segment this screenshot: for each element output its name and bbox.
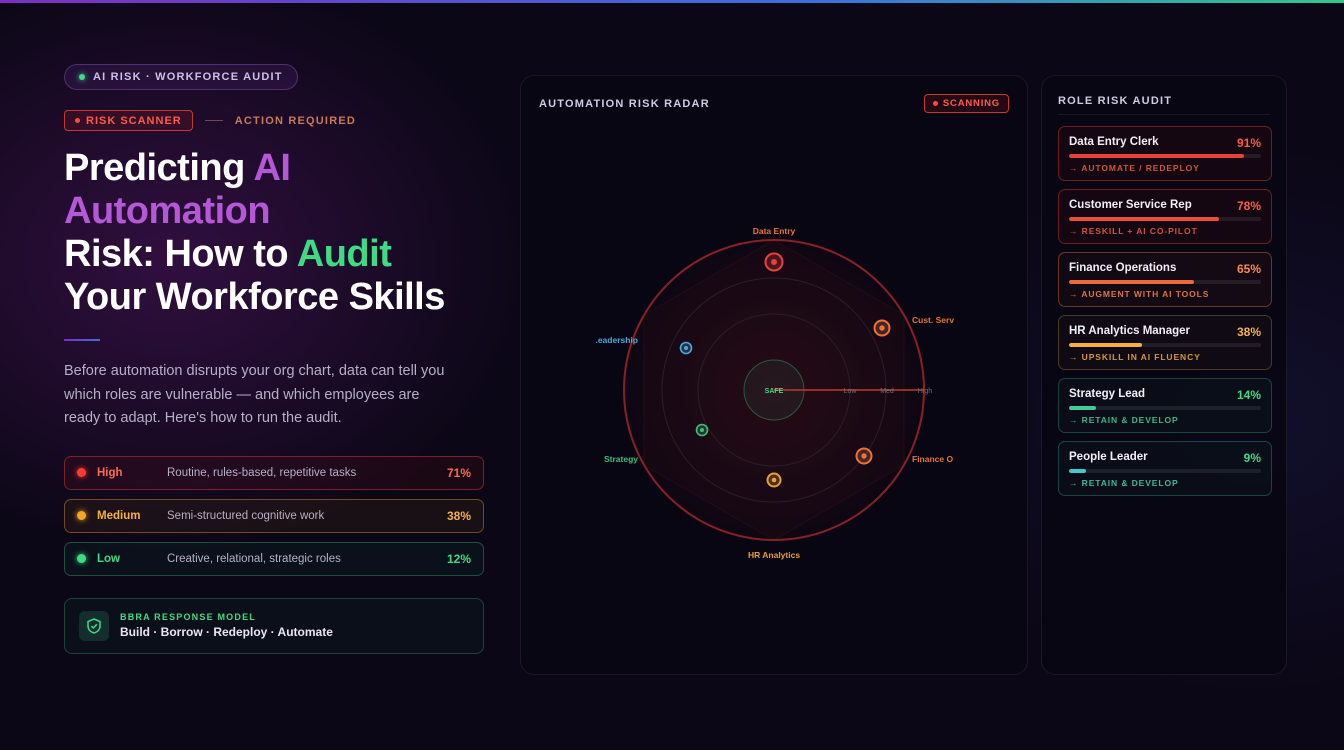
title-highlight-audit: Audit — [296, 233, 392, 275]
scale-label-low: Low — [844, 388, 858, 395]
risk-row-medium: Medium Semi-structured cognitive work 38… — [64, 498, 484, 533]
role-risk-percent: 9% — [1243, 451, 1261, 465]
risk-level-description: Creative, relational, strategic roles — [167, 552, 341, 565]
automation-risk-radar-card: AUTOMATION RISK RADAR SCANNING SAFE Low … — [520, 75, 1028, 675]
high-risk-dot-icon — [77, 468, 86, 477]
risk-row-low: Low Creative, relational, strategic role… — [64, 541, 484, 576]
role-risk-bar — [1069, 217, 1261, 221]
role-risk-bar — [1069, 280, 1261, 284]
risk-level-list: High Routine, rules-based, repetitive ta… — [64, 455, 484, 576]
role-risk-bar-fill — [1069, 280, 1194, 284]
role-name: HR Analytics Manager — [1069, 325, 1190, 337]
medium-risk-dot-icon — [77, 511, 86, 520]
risk-level-label: Low — [97, 552, 120, 565]
risk-scanner-tag: RISK SCANNER — [64, 110, 193, 131]
role-risk-bar-fill — [1069, 406, 1096, 410]
hero-section: AI RISK · WORKFORCE AUDIT RISK SCANNER A… — [64, 64, 484, 654]
risk-level-percent: 38% — [446, 508, 471, 523]
radar-point-hr-analytics[interactable] — [766, 472, 782, 488]
role-action: → RETAIN & DEVELOP — [1069, 415, 1179, 425]
bbra-label: BBRA RESPONSE MODEL — [120, 612, 256, 622]
role-action: → UPSKILL IN AI FLUENCY — [1069, 352, 1201, 362]
scale-label-med: Med — [880, 388, 894, 395]
bbra-model-card: BBRA RESPONSE MODEL Build · Borrow · Red… — [64, 597, 484, 654]
role-risk-bar-fill — [1069, 154, 1244, 158]
role-card-people-leader[interactable]: People Leader 9% → RETAIN & DEVELOP — [1058, 441, 1272, 496]
risk-level-percent: 12% — [446, 551, 471, 566]
title-part-3: Risk: How to — [64, 233, 297, 275]
axis-label-data-entry: Data Entry — [753, 226, 796, 236]
status-dot-icon — [79, 74, 85, 80]
role-name: Customer Service Rep — [1069, 199, 1192, 211]
role-risk-percent: 14% — [1236, 388, 1261, 402]
role-name: People Leader — [1069, 451, 1148, 463]
audit-title: ROLE RISK AUDIT — [1058, 95, 1173, 107]
radar-point-strategy[interactable] — [695, 423, 709, 437]
role-risk-bar-fill — [1069, 343, 1142, 347]
role-card-customer-service-rep[interactable]: Customer Service Rep 78% → RESKILL + AI … — [1058, 189, 1272, 244]
axis-label-strategy: Strategy — [604, 454, 638, 464]
risk-scanner-label: RISK SCANNER — [86, 114, 182, 127]
role-risk-bar — [1069, 154, 1261, 158]
risk-level-label: Medium — [97, 509, 141, 522]
radar-point-leadership[interactable] — [679, 341, 693, 355]
role-risk-bar-fill — [1069, 469, 1087, 473]
radar-point-finance[interactable] — [855, 447, 873, 465]
divider-line — [204, 120, 223, 121]
role-list: Data Entry Clerk 91% → AUTOMATE / REDEPL… — [1058, 126, 1272, 496]
alert-dot-icon — [75, 118, 80, 123]
role-risk-bar — [1069, 406, 1261, 410]
hero-description: Before automation disrupts your org char… — [64, 363, 445, 426]
audit-title-divider — [1058, 114, 1270, 115]
low-risk-dot-icon — [77, 554, 86, 563]
category-pill: AI RISK · WORKFORCE AUDIT — [64, 64, 298, 90]
role-card-strategy-lead[interactable]: Strategy Lead 14% → RETAIN & DEVELOP — [1058, 378, 1272, 433]
radar-point-cust-serv[interactable] — [873, 319, 891, 337]
title-part-5: Your Workforce Skills — [64, 276, 445, 318]
scanner-row: RISK SCANNER ACTION REQUIRED — [64, 110, 484, 131]
shield-icon — [79, 610, 109, 641]
role-risk-bar-fill — [1069, 217, 1219, 221]
page-title: Predicting AI Automation Risk: How to Aud… — [64, 147, 484, 319]
role-risk-percent: 91% — [1236, 136, 1261, 150]
risk-level-label: High — [97, 466, 123, 479]
bbra-steps: Build · Borrow · Redeploy · Automate — [120, 625, 333, 639]
role-action: → RESKILL + AI CO-PILOT — [1069, 226, 1198, 236]
axis-label-finance: Finance O — [912, 454, 953, 464]
radar-chart: SAFE Low Med High Data Entry Cust. Serv … — [595, 226, 954, 560]
risk-level-description: Routine, rules-based, repetitive tasks — [167, 466, 357, 479]
role-risk-percent: 38% — [1236, 325, 1261, 339]
role-risk-bar — [1069, 469, 1261, 473]
role-risk-percent: 65% — [1236, 262, 1261, 276]
axis-label-hr-analytics: HR Analytics — [748, 550, 800, 560]
role-name: Data Entry Clerk — [1069, 136, 1159, 148]
role-action: → AUTOMATE / REDEPLOY — [1069, 163, 1200, 173]
scale-label-high: High — [918, 388, 933, 395]
top-gradient-bar — [0, 0, 1344, 3]
role-risk-bar — [1069, 343, 1261, 347]
accent-divider — [64, 339, 100, 341]
role-risk-audit-card: ROLE RISK AUDIT Data Entry Clerk 91% → A… — [1041, 75, 1287, 675]
role-risk-percent: 78% — [1236, 199, 1261, 213]
category-pill-label: AI RISK · WORKFORCE AUDIT — [93, 71, 283, 83]
risk-row-high: High Routine, rules-based, repetitive ta… — [64, 455, 484, 490]
title-part-1: Predicting — [64, 147, 254, 189]
safe-label: SAFE — [765, 388, 784, 395]
axis-label-leadership: .eadership — [595, 335, 638, 345]
risk-level-description: Semi-structured cognitive work — [167, 509, 325, 522]
role-name: Finance Operations — [1069, 262, 1177, 274]
risk-level-percent: 71% — [446, 465, 471, 480]
role-name: Strategy Lead — [1069, 388, 1146, 400]
role-card-hr-analytics-manager[interactable]: HR Analytics Manager 38% → UPSKILL IN AI… — [1058, 315, 1272, 370]
radar-point-data-entry[interactable] — [764, 252, 784, 272]
role-card-finance-operations[interactable]: Finance Operations 65% → AUGMENT WITH AI… — [1058, 252, 1272, 307]
action-required-label: ACTION REQUIRED — [234, 114, 357, 127]
role-action: → RETAIN & DEVELOP — [1069, 478, 1179, 488]
role-action: → AUGMENT WITH AI TOOLS — [1069, 289, 1210, 299]
role-card-data-entry-clerk[interactable]: Data Entry Clerk 91% → AUTOMATE / REDEPL… — [1058, 126, 1272, 181]
axis-label-cust-serv: Cust. Serv — [912, 315, 954, 325]
